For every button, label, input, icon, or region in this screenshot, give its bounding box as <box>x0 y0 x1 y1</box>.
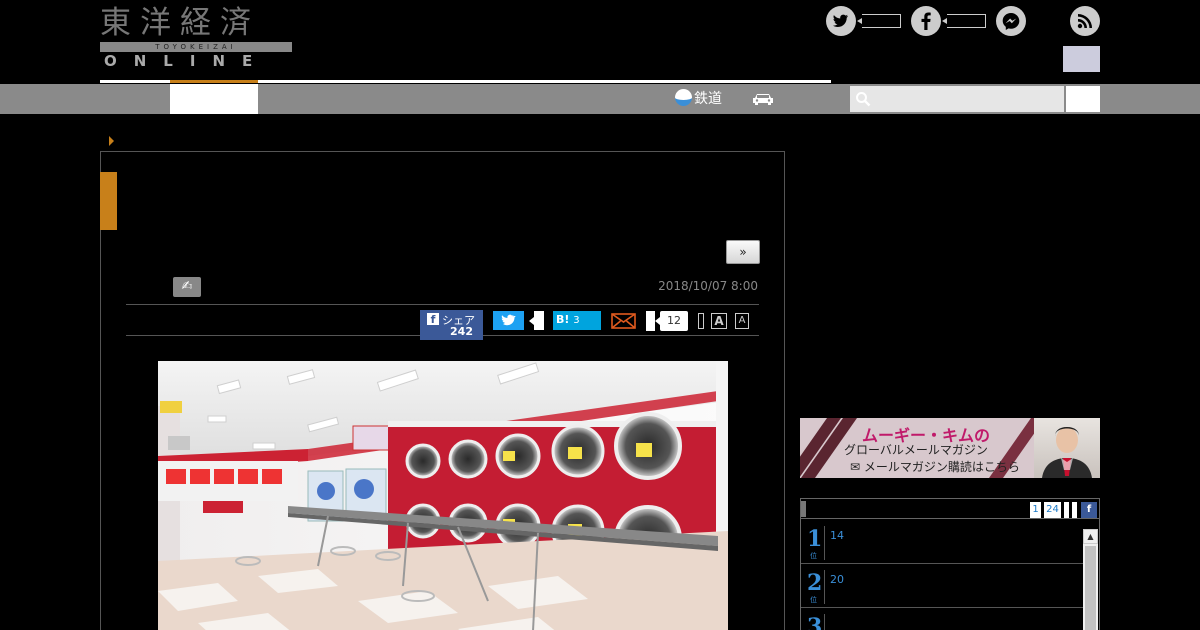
ranking-header: 1 24 f <box>801 499 1099 519</box>
article-container: » ✍ 2018/10/07 8:00 f シェア 242 B! 3 12 A … <box>100 151 785 630</box>
twitter-count <box>857 14 901 28</box>
banner-cta: ✉ メールマガジン購読はこちら <box>850 460 1020 474</box>
twitter-icon <box>501 314 516 326</box>
facebook-icon: f <box>427 313 439 326</box>
nav-tab-active[interactable] <box>170 84 258 114</box>
publish-date: 2018/10/07 8:00 <box>658 279 758 293</box>
ranking-number: 1 <box>807 526 823 552</box>
social-links <box>826 6 1100 36</box>
ranking-item[interactable]: 2 位 20 <box>801 564 1083 608</box>
car-icon[interactable] <box>752 92 774 106</box>
member-button[interactable] <box>1063 46 1100 72</box>
banner-portrait <box>1034 418 1100 478</box>
ranking-tab-extra[interactable] <box>1064 502 1069 518</box>
facebook-share-count: 242 <box>450 325 473 338</box>
facebook-count <box>942 14 986 28</box>
ranking-tab-24[interactable]: 24 <box>1044 502 1061 518</box>
ranking-widget: 1 24 f 1 位 14 2 位 20 3 ▲ <box>800 498 1100 630</box>
ranking-item[interactable]: 1 位 14 <box>801 520 1083 564</box>
font-size-small-button[interactable]: A <box>735 313 749 329</box>
hatena-bookmark-button[interactable]: B! 3 <box>553 311 601 330</box>
messenger-icon[interactable] <box>996 6 1026 36</box>
search-input[interactable] <box>874 86 1062 112</box>
search-box <box>850 86 1064 112</box>
hatena-count: 3 <box>573 315 580 326</box>
ranking-divider <box>824 526 825 560</box>
twitter-share-count <box>529 311 544 330</box>
ranking-suffix: 位 <box>810 596 817 604</box>
twitter-share-button[interactable] <box>493 311 524 330</box>
rss-icon[interactable] <box>1070 6 1100 36</box>
author-icon[interactable]: ✍ <box>173 277 201 297</box>
next-page-button[interactable]: » <box>726 240 760 264</box>
hatena-label: B! <box>556 313 570 326</box>
font-size-toggle[interactable] <box>698 313 704 329</box>
twitter-icon[interactable] <box>826 6 856 36</box>
logo-subtitle: TOYOKEIZAI <box>155 43 237 51</box>
nav-active-indicator <box>170 80 258 83</box>
share-divider-top <box>126 304 759 305</box>
scroll-up-arrow-icon[interactable]: ▲ <box>1083 529 1098 544</box>
ranking-item[interactable]: 3 <box>801 608 1083 630</box>
font-size-large-button[interactable]: A <box>711 313 727 329</box>
ranking-tab-1[interactable]: 1 <box>1030 502 1041 518</box>
ranking-suffix: 位 <box>810 552 817 560</box>
ranking-count: 20 <box>830 573 844 586</box>
ranking-scrollbar[interactable]: ▲ <box>1083 529 1098 630</box>
banner-subtitle: グローバルメールマガジン <box>844 443 988 457</box>
logo-kanji: 東洋経済 <box>100 5 260 41</box>
train-icon <box>675 89 692 106</box>
ranking-tab-extra[interactable] <box>1072 502 1077 518</box>
ranking-number: 3 <box>807 614 823 630</box>
title-accent-bar <box>100 172 117 230</box>
facebook-icon[interactable]: f <box>1081 502 1097 518</box>
nav-railway-label: 鉄道 <box>694 91 722 107</box>
nav-railway-link[interactable]: 鉄道 <box>675 88 722 110</box>
article-photo <box>158 361 728 630</box>
ranking-divider <box>824 570 825 604</box>
search-icon <box>856 92 871 107</box>
breadcrumb-arrow-icon <box>109 136 114 146</box>
mail-magazine-banner[interactable]: ムーギー・キムの グローバルメールマガジン ✉ メールマガジン購読はこちら <box>800 418 1100 478</box>
ranking-divider <box>824 614 825 630</box>
logo-online: ONLINE <box>104 52 270 70</box>
search-button[interactable] <box>1066 86 1100 112</box>
line-share-button[interactable] <box>646 311 655 331</box>
line-share-count: 12 <box>655 311 688 331</box>
global-nav: 鉄道 <box>0 84 1200 114</box>
ranking-count: 14 <box>830 529 844 542</box>
site-logo[interactable]: 東洋経済 TOYOKEIZAI ONLINE <box>100 6 292 70</box>
ranking-header-mark <box>801 501 806 517</box>
ranking-number: 2 <box>807 570 823 596</box>
scroll-thumb[interactable] <box>1085 546 1096 630</box>
facebook-icon[interactable] <box>911 6 941 36</box>
mail-icon[interactable] <box>611 313 636 329</box>
facebook-share-button[interactable]: f シェア 242 <box>420 310 483 340</box>
